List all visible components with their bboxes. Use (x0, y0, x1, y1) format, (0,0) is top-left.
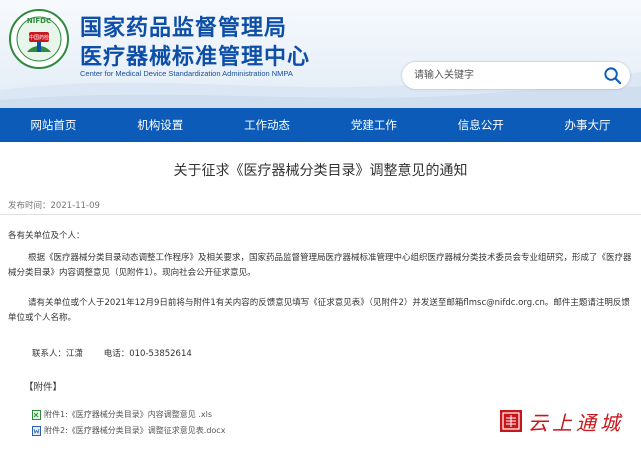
article-greeting: 各有关单位及个人： (8, 231, 85, 241)
site-title-line2: 医疗器械标准管理中心 (80, 45, 311, 70)
contact-person: 联系人：江潇 (32, 349, 84, 359)
attachment-link-2[interactable]: 附件2:《医疗器械分类目录》调整征求意见表.docx (32, 425, 225, 436)
article-title: 关于征求《医疗器械分类目录》调整意见的通知 (173, 163, 468, 179)
logo-text: NIFDC (27, 17, 51, 25)
nav-item-home[interactable]: 网站首页 (0, 108, 107, 142)
search-box (402, 62, 630, 89)
attachment-label-2[interactable]: 附件2:《医疗器械分类目录》调整征求意见表.docx (44, 425, 225, 436)
attachment-label-1[interactable]: 附件1:《医疗器械分类目录》内容调整意见 .xls (44, 409, 212, 420)
nifdc-logo[interactable]: NIFDC 中国药检 (8, 8, 70, 70)
word-file-icon (32, 425, 41, 436)
article-paragraph-1: 根据《医疗器械分类目录动态调整工作程序》及相关要求，国家药品监督管理局医疗器械标… (8, 253, 632, 278)
attachments-heading: 【附件】 (24, 382, 63, 393)
site-header: NIFDC 中国药检 国家药品监督管理局 医疗器械标准管理中心 Center f… (0, 0, 641, 108)
search-input[interactable] (414, 66, 594, 85)
attachment-link-1[interactable]: 附件1:《医疗器械分类目录》内容调整意见 .xls (32, 409, 212, 420)
watermark: 云上通城 (500, 407, 624, 435)
nav-item-organization[interactable]: 机构设置 (107, 108, 214, 142)
site-title-line1: 国家药品监督管理局 (80, 16, 288, 41)
nav-item-info-disclosure[interactable]: 信息公开 (427, 108, 534, 142)
contact-phone: 电话：010-53852614 (103, 349, 192, 359)
site-title-english: Center for Medical Device Standardizatio… (80, 69, 293, 78)
watermark-text: 云上通城 (528, 410, 624, 435)
excel-file-icon (32, 409, 41, 420)
seal-stamp-icon (500, 410, 522, 432)
article-paragraph-2: 请有关单位或个人于2021年12月9日前将与附件1有关内容的反馈意见填写《征求意… (8, 298, 630, 323)
nav-item-service-hall[interactable]: 办事大厅 (534, 108, 641, 142)
title-divider (0, 214, 641, 215)
logo-sub-text: 中国药检 (29, 34, 49, 41)
contact-info: 联系人：江潇 电话：010-53852614 (32, 347, 210, 359)
main-nav: 网站首页 机构设置 工作动态 党建工作 信息公开 办事大厅 (0, 108, 641, 142)
nav-item-work-news[interactable]: 工作动态 (214, 108, 321, 142)
publish-date: 发布时间：2021-11-09 (8, 201, 100, 211)
nav-item-party-building[interactable]: 党建工作 (320, 108, 427, 142)
search-icon[interactable] (603, 66, 622, 85)
